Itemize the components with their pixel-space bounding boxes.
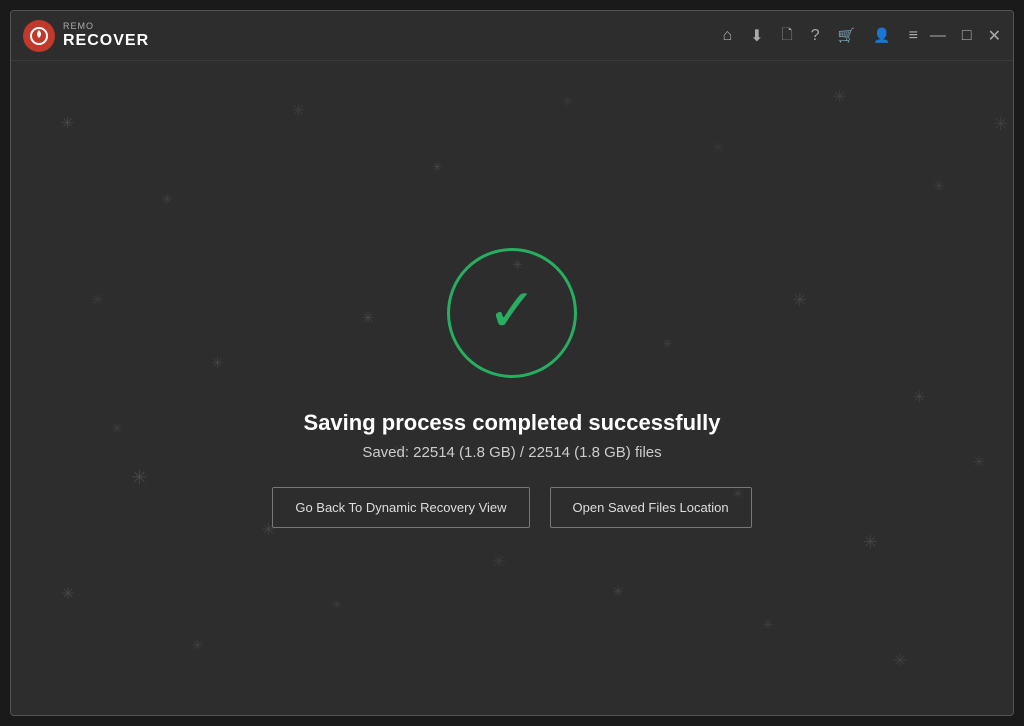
cart-icon[interactable]: 🛒	[838, 27, 855, 44]
title-bar-icons: ⌂ ⬇ 🗋 ? 🛒 👤 ≡	[722, 24, 917, 48]
main-content: ✳✳✳✳✳✳✳✳✳✳✳✳✳✳✳✳✳✳✳✳✳✳✳✳✳✳✳✳✳✳ ✓ Saving …	[11, 61, 1013, 715]
menu-icon[interactable]: ≡	[909, 27, 918, 45]
snowflake: ✳	[332, 597, 342, 612]
open-saved-files-button[interactable]: Open Saved Files Location	[550, 487, 752, 528]
snowflake: ✳	[833, 87, 846, 107]
snowflake: ✳	[933, 179, 945, 195]
home-icon[interactable]: ⌂	[722, 27, 732, 45]
minimize-button[interactable]: —	[930, 27, 946, 45]
snowflake: ✳	[863, 532, 878, 553]
logo-area: remo RECOVER	[23, 20, 149, 52]
snowflake: ✳	[91, 290, 104, 310]
go-back-button[interactable]: Go Back To Dynamic Recovery View	[272, 487, 529, 528]
snowflake: ✳	[432, 159, 443, 174]
app-logo-icon	[23, 20, 55, 52]
center-content: ✓ Saving process completed successfully …	[272, 248, 751, 528]
success-circle: ✓	[447, 248, 577, 378]
logo-recover: RECOVER	[63, 32, 149, 50]
snowflake: ✳	[61, 113, 74, 133]
snowflake: ✳	[211, 355, 223, 372]
success-subtitle: Saved: 22514 (1.8 GB) / 22514 (1.8 GB) f…	[362, 444, 661, 461]
file-icon[interactable]: 🗋	[782, 24, 793, 48]
snowflake: ✳	[492, 552, 506, 572]
snowflake: ✳	[973, 453, 986, 471]
help-icon[interactable]: ?	[811, 27, 820, 45]
close-button[interactable]: ✕	[988, 26, 1001, 46]
success-title: Saving process completed successfully	[304, 410, 721, 436]
snowflake: ✳	[612, 584, 623, 600]
user-icon[interactable]: 👤	[873, 27, 890, 44]
window-controls: — □ ✕	[930, 26, 1001, 46]
snowflake: ✳	[993, 113, 1009, 135]
snowflake: ✳	[61, 584, 75, 604]
checkmark-icon: ✓	[487, 281, 537, 341]
action-buttons: Go Back To Dynamic Recovery View Open Sa…	[272, 487, 751, 528]
logo-text: remo RECOVER	[63, 22, 149, 49]
snowflake: ✳	[111, 421, 122, 437]
snowflake: ✳	[562, 94, 573, 110]
logo-remo: remo	[63, 22, 149, 32]
download-icon[interactable]: ⬇	[750, 26, 763, 46]
snowflake: ✳	[793, 290, 808, 311]
maximize-button[interactable]: □	[962, 27, 972, 45]
app-window: remo RECOVER ⌂ ⬇ 🗋 ? 🛒 👤 ≡ — □ ✕ ✳ ✳ ✳ ✳ ✳	[10, 10, 1014, 716]
snowflake: ✳	[131, 466, 147, 490]
snowflake: ✳	[191, 637, 203, 654]
snowflake: ✳	[161, 192, 173, 208]
snowflake: ✳	[712, 139, 724, 156]
snowflake: ✳	[913, 388, 926, 407]
snowflake: ✳	[292, 100, 306, 121]
snowflake: ✳	[893, 650, 907, 671]
snowflake: ✳	[763, 617, 774, 633]
title-bar: remo RECOVER ⌂ ⬇ 🗋 ? 🛒 👤 ≡ — □ ✕	[11, 11, 1013, 61]
